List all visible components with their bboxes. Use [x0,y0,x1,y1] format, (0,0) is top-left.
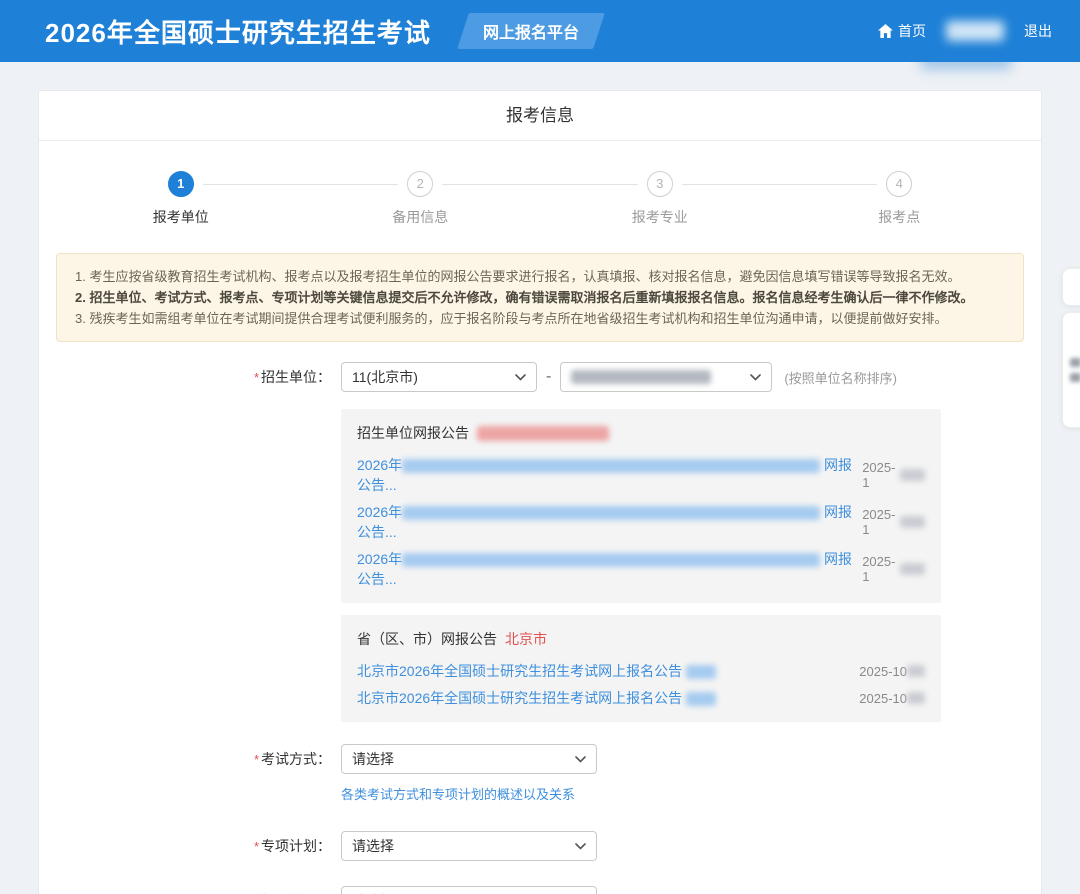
redacted-link-text [402,459,820,473]
unit-notice-item: 2026年 网报公告... 2025-1 [357,502,925,542]
category-row: *报考类别： 请选择 [39,886,1041,894]
province-notice-link[interactable]: 北京市2026年全国硕士研究生招生考试网上报名公告 [357,688,716,708]
edge-widget-top[interactable] [1062,268,1080,306]
step-2-backup-info: 2 备用信息 [301,171,541,227]
redacted-date [907,665,925,677]
step-2-circle: 2 [407,171,433,197]
unit-notice-link[interactable]: 2026年 网报公告... [357,455,862,495]
edge-widget-glyph [1070,358,1080,367]
unit-select-value-redacted [571,370,711,384]
notice-date: 2025-10 [859,664,925,679]
notice-box: 1. 考生应按省级教育招生考试机构、报考点以及报考招生单位的网报公告要求进行报名… [56,253,1024,342]
unit-notice-title: 招生单位网报公告 [357,423,469,443]
province-notice-panel: 省（区、市）网报公告 北京市 北京市2026年全国硕士研究生招生考试网上报名公告… [341,615,941,722]
exam-method-help-row: 各类考试方式和专项计划的概述以及关系 [341,784,1041,803]
nav-logout[interactable]: 退出 [1024,21,1052,41]
nav-home-label: 首页 [898,21,926,41]
required-star: * [254,370,259,385]
registration-form: *招生单位： 11(北京市) - (按照单位名称排序) 招生单位网报公告 [39,362,1041,894]
exam-method-help-link[interactable]: 各类考试方式和专项计划的概述以及关系 [341,787,575,802]
required-star: * [254,839,259,854]
nav-logout-label: 退出 [1024,21,1052,41]
step-2-label: 备用信息 [301,207,541,227]
unit-notice-item: 2026年 网报公告... 2025-1 [357,455,925,495]
exam-method-row: *考试方式： 请选择 [39,744,1041,774]
redacted-date [900,469,925,481]
redacted-link-text [402,553,820,567]
notice-line-3: 3. 残疾考生如需组考单位在考试期间提供合理考试便利服务的，应于报名阶段与考点所… [75,308,1005,329]
notice-date: 2025-1 [862,554,925,584]
dash-separator: - [546,368,551,386]
platform-badge: 网上报名平台 [457,13,605,49]
notice-line-2: 2. 招生单位、考试方式、报考点、专项计划等关键信息提交后不允许修改，确有错误需… [75,287,1005,308]
province-select[interactable]: 11(北京市) [341,362,537,392]
unit-notice-link[interactable]: 2026年 网报公告... [357,549,862,589]
notice-line-1: 1. 考生应按省级教育招生考试机构、报考点以及报考招生单位的网报公告要求进行报名… [75,266,1005,287]
redacted-date [900,516,925,528]
unit-label: *招生单位： [39,367,331,387]
edge-widget-service[interactable] [1062,312,1080,428]
redacted-link-suffix [686,692,716,706]
province-region: 北京市 [505,629,547,649]
home-icon [878,24,893,38]
chevron-down-icon [740,374,761,381]
redacted-date [907,692,925,704]
step-4-exam-site: 4 报考点 [780,171,1020,227]
header-nav: 首页 退出 [878,21,1052,41]
province-notice-title: 省（区、市）网报公告 [357,629,497,649]
province-notice-title-row: 省（区、市）网报公告 北京市 [357,629,925,649]
exam-method-label: *考试方式： [39,749,331,769]
required-star: * [254,752,259,767]
special-plan-select-value: 请选择 [352,836,394,856]
special-plan-row: *专项计划： 请选择 [39,831,1041,861]
platform-badge-label: 网上报名平台 [483,19,579,43]
province-notice-item: 北京市2026年全国硕士研究生招生考试网上报名公告 2025-10 [357,688,925,708]
page-title: 报考信息 [39,91,1041,141]
app-title: 2026年全国硕士研究生招生考试 [45,13,431,50]
step-indicator: 1 报考单位 2 备用信息 3 报考专业 4 报考点 [61,171,1019,227]
unit-notice-panel: 招生单位网报公告 2026年 网报公告... 2025-1 2026年 网报公告… [341,409,941,603]
unit-select[interactable] [560,362,772,392]
notice-date: 2025-10 [859,691,925,706]
province-notice-link[interactable]: 北京市2026年全国硕士研究生招生考试网上报名公告 [357,661,716,681]
unit-notice-title-row: 招生单位网报公告 [357,423,925,443]
chevron-down-icon [505,374,526,381]
unit-notice-link[interactable]: 2026年 网报公告... [357,502,862,542]
nav-home[interactable]: 首页 [878,21,926,41]
step-3-circle: 3 [647,171,673,197]
category-select[interactable]: 请选择 [341,886,597,894]
step-1-circle: 1 [168,171,194,197]
step-4-circle: 4 [886,171,912,197]
main-card: 报考信息 1 报考单位 2 备用信息 3 报考专业 4 报考点 1. 考生应按省… [38,90,1042,894]
redacted-link-suffix [686,665,716,679]
exam-method-select-value: 请选择 [352,749,394,769]
step-4-label: 报考点 [780,207,1020,227]
edge-widget-glyph [1070,373,1080,382]
chevron-down-icon [565,756,586,763]
redacted-date [900,563,925,575]
province-select-value: 11(北京市) [352,367,418,387]
chevron-down-icon [565,843,586,850]
unit-notice-item: 2026年 网报公告... 2025-1 [357,549,925,589]
notice-date: 2025-1 [862,507,925,537]
special-plan-select[interactable]: 请选择 [341,831,597,861]
step-3-label: 报考专业 [540,207,780,227]
notice-date: 2025-1 [862,460,925,490]
step-3-major: 3 报考专业 [540,171,780,227]
redacted-link-text [402,506,820,520]
app-header: 2026年全国硕士研究生招生考试 网上报名平台 首页 退出 [0,0,1080,62]
username-redacted [946,21,1004,41]
special-plan-label: *专项计划： [39,836,331,856]
unit-sort-hint: (按照单位名称排序) [784,368,897,387]
step-1-label: 报考单位 [61,207,301,227]
unit-row: *招生单位： 11(北京市) - (按照单位名称排序) [39,362,1041,392]
step-1-unit: 1 报考单位 [61,171,301,227]
province-notice-item: 北京市2026年全国硕士研究生招生考试网上报名公告 2025-10 [357,661,925,681]
unit-name-redacted [477,426,609,441]
exam-method-select[interactable]: 请选择 [341,744,597,774]
